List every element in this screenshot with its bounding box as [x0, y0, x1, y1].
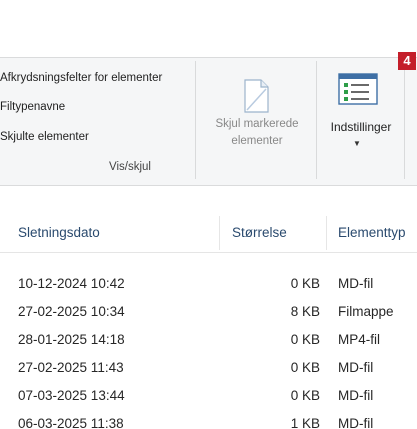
column-header-item-type[interactable]: Elementtyp [338, 225, 406, 240]
item-checkboxes-toggle[interactable]: Afkrydsningsfelter for elementer [0, 72, 162, 84]
size-cell: 0 KB [290, 276, 320, 291]
size-cell: 1 KB [290, 416, 320, 429]
hide-selected-items-label: Skjul markerede elementer [215, 118, 299, 147]
table-row[interactable]: 06-03-2025 11:38 1 KB MD-fil [0, 411, 417, 429]
table-row[interactable]: 27-02-2025 11:43 0 KB MD-fil [0, 355, 417, 383]
deletion-date-cell: 27-02-2025 10:34 [18, 304, 125, 319]
settings-icon [338, 73, 378, 105]
hide-selected-items-icon [244, 79, 269, 113]
table-row[interactable]: 07-03-2025 13:44 0 KB MD-fil [0, 383, 417, 411]
column-header-size[interactable]: Størrelse [232, 225, 287, 240]
column-divider[interactable] [219, 216, 220, 250]
column-divider[interactable] [326, 216, 327, 250]
column-header-row: Sletningsdato Størrelse Elementtyp [0, 212, 417, 253]
size-cell: 0 KB [290, 388, 320, 403]
settings-label: Indstillinger [330, 120, 392, 134]
ribbon-separator [316, 61, 317, 179]
size-cell: 8 KB [290, 304, 320, 319]
item-type-cell: MP4-fil [338, 332, 381, 347]
callout-number-badge: 4 [398, 52, 416, 70]
ribbon-view-tab: Afkrydsningsfelter for elementer Filtype… [0, 57, 417, 186]
item-type-cell: MD-fil [338, 276, 374, 291]
size-cell: 0 KB [290, 332, 320, 347]
item-type-cell: Filmappe [338, 304, 394, 319]
deletion-date-cell: 27-02-2025 11:43 [18, 360, 124, 375]
hidden-items-toggle[interactable]: Skjulte elementer [0, 131, 89, 143]
file-list: Sletningsdato Størrelse Elementtyp 10-12… [0, 212, 417, 429]
file-extensions-toggle[interactable]: Filtypenavne [0, 101, 65, 113]
deletion-date-cell: 06-03-2025 11:38 [18, 416, 124, 429]
settings-button[interactable]: Indstillinger ▼ [320, 73, 402, 158]
deletion-date-cell: 10-12-2024 10:42 [18, 276, 125, 291]
chevron-down-icon: ▼ [353, 139, 361, 148]
item-type-cell: MD-fil [338, 360, 374, 375]
show-hide-group-label: Vis/skjul [109, 161, 151, 173]
item-type-cell: MD-fil [338, 388, 374, 403]
size-cell: 0 KB [290, 360, 320, 375]
table-row[interactable]: 27-02-2025 10:34 8 KB Filmappe [0, 299, 417, 327]
ribbon-separator [404, 61, 405, 179]
deletion-date-cell: 07-03-2025 13:44 [18, 388, 125, 403]
deletion-date-cell: 28-01-2025 14:18 [18, 332, 125, 347]
table-row[interactable]: 10-12-2024 10:42 0 KB MD-fil [0, 271, 417, 299]
ribbon-separator [195, 61, 196, 179]
column-header-deletion-date[interactable]: Sletningsdato [18, 225, 100, 240]
hide-selected-items-button[interactable]: Skjul markerede elementer [202, 78, 312, 158]
item-type-cell: MD-fil [338, 416, 374, 429]
table-row[interactable]: 28-01-2025 14:18 0 KB MP4-fil [0, 327, 417, 355]
